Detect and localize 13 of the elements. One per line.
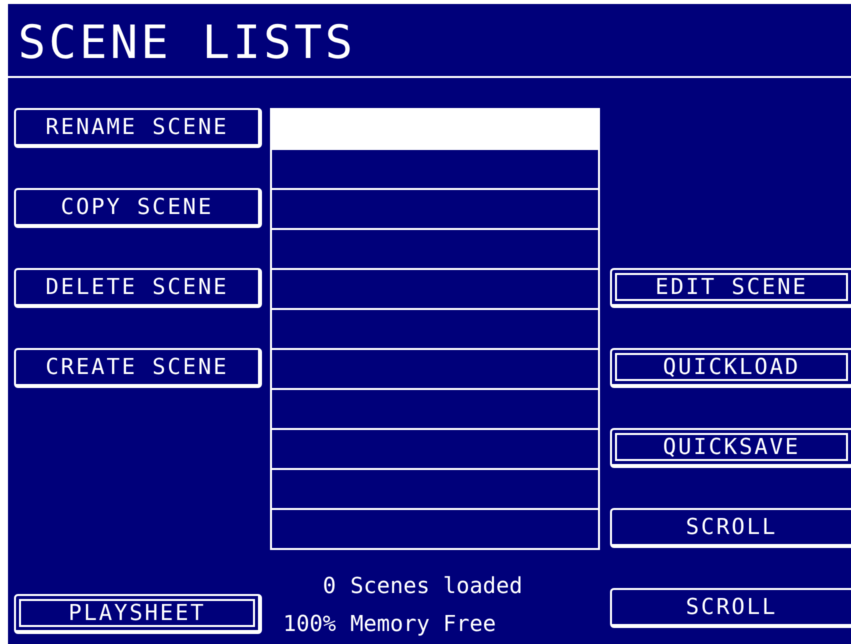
menu-button[interactable]: SCROLL	[610, 508, 851, 548]
menu-button[interactable]: PLAYSHEET	[14, 594, 262, 634]
status-line: 0 Scenes loaded	[322, 573, 522, 601]
menu-button[interactable]: CREATE SCENE	[14, 348, 262, 388]
menu-button[interactable]: SCROLL	[610, 588, 851, 628]
status-line: 100% Memory Free	[282, 611, 496, 639]
menu-button[interactable]: QUICKSAVE	[610, 428, 851, 468]
screen-title: SCENE LISTS	[8, 4, 851, 78]
menu-button[interactable]: RENAME SCENE	[14, 108, 262, 148]
menu-button[interactable]: COPY SCENE	[14, 188, 262, 228]
menu-button[interactable]: EDIT SCENE	[610, 268, 851, 308]
menu-button[interactable]: DELETE SCENE	[14, 268, 262, 308]
menu-button[interactable]: QUICKLOAD	[610, 348, 851, 388]
